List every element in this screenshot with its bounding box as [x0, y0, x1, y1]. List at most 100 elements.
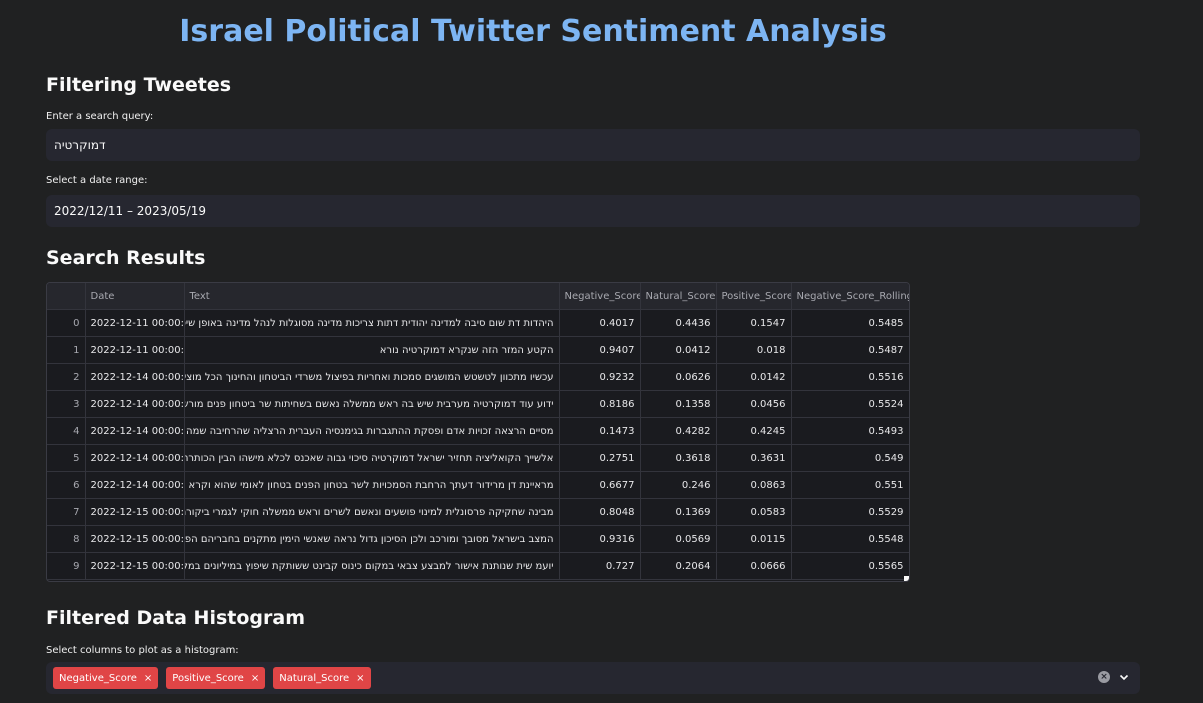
- cell-text: יועמ שית שנותנת אישור למבצע צבאי במקום כ…: [184, 552, 560, 580]
- column-header-natural-score[interactable]: Natural_Score: [640, 283, 717, 310]
- row-index: 2: [47, 363, 86, 391]
- table-row[interactable]: 42022-12-14 00:00:00מסיים הרצאה זכויות א…: [47, 417, 909, 445]
- cell-text: מבינה שחקיקה פרסונלית למינוי פושעים ונאש…: [184, 498, 560, 526]
- app-title: Israel Political Twitter Sentiment Analy…: [179, 14, 887, 49]
- table-row[interactable]: 82022-12-15 00:00:00המצב בישראל מסובך ומ…: [47, 525, 909, 553]
- cell-negative-score: 0.727: [559, 552, 641, 580]
- remove-tag-icon[interactable]: ×: [251, 673, 259, 684]
- cell-natural-score: 0.3618: [640, 444, 717, 472]
- row-index: 6: [47, 471, 86, 499]
- column-header-index[interactable]: [47, 283, 86, 310]
- table-row[interactable]: 52022-12-14 00:00:00אלשייך הקואליציה תחז…: [47, 444, 909, 472]
- histogram-select-label: Select columns to plot as a histogram:: [46, 645, 239, 656]
- table-row[interactable]: 02022-12-11 00:00:00היהדות דת שום סיבה ל…: [47, 309, 909, 337]
- tag-natural-score[interactable]: Natural_Score ×: [273, 667, 371, 689]
- cell-negative-score: 0.8048: [559, 498, 641, 526]
- cell-natural-score: 0.4282: [640, 417, 717, 445]
- cell-date: 2022-12-14 00:00:00: [85, 390, 185, 418]
- cell-natural-score: 0.0412: [640, 336, 717, 364]
- cell-text: הקטע המזר הזה שנקרא דמוקרטיה נורא: [184, 336, 560, 364]
- table-row[interactable]: 32022-12-14 00:00:00ידוע עוד דמוקרטיה מע…: [47, 390, 909, 418]
- cell-text: אלשייך הקואליציה תחזיר ישראל דמוקרטיה סי…: [184, 444, 560, 472]
- table-header-row: Date Text Negative_Score Natural_Score P…: [47, 283, 909, 310]
- tag-label: Natural_Score: [279, 672, 350, 684]
- table-row[interactable]: 12022-12-11 00:00:00הקטע המזר הזה שנקרא …: [47, 336, 909, 364]
- cell-positive-score: 0.4245: [716, 417, 792, 445]
- cell-natural-score: 0.1358: [640, 390, 717, 418]
- tag-negative-score[interactable]: Negative_Score ×: [53, 667, 159, 689]
- table-row[interactable]: 62022-12-14 00:00:00מראיינת דן מרידור דע…: [47, 471, 909, 499]
- cell-natural-score: 0.0569: [640, 525, 717, 553]
- row-index: 1: [47, 336, 86, 364]
- cell-date: 2022-12-14 00:00:00: [85, 471, 185, 499]
- search-input-value: דמוקרטיה: [54, 138, 106, 152]
- cell-date: 2022-12-11 00:00:00: [85, 336, 185, 364]
- row-index: 0: [47, 309, 86, 337]
- date-range-input[interactable]: 2022/12/11 – 2023/05/19: [46, 195, 1140, 227]
- cell-negative-score-rolling: 0.5524: [791, 390, 909, 418]
- cell-negative-score-rolling: 0.5485: [791, 309, 909, 337]
- histogram-column-multiselect[interactable]: Negative_Score × Positive_Score × Natura…: [46, 662, 1140, 694]
- results-heading: Search Results: [46, 247, 206, 269]
- cell-positive-score: 0.3631: [716, 444, 792, 472]
- cell-date: 2022-12-15 00:00:00: [85, 498, 185, 526]
- column-header-positive-score[interactable]: Positive_Score: [716, 283, 792, 310]
- filter-heading: Filtering Tweetes: [46, 74, 232, 96]
- cell-positive-score: 0.0142: [716, 363, 792, 391]
- cell-text: מראיינת דן מרידור דעתך הרחבת הסמכויות לש…: [184, 471, 560, 499]
- cell-natural-score: 0.1369: [640, 498, 717, 526]
- cell-positive-score: 0.0456: [716, 390, 792, 418]
- tag-label: Positive_Score: [172, 672, 244, 684]
- table-row[interactable]: 22022-12-14 00:00:00עכשיו מתכוון לטשטש ה…: [47, 363, 909, 391]
- row-index: 7: [47, 498, 86, 526]
- search-input[interactable]: דמוקרטיה: [46, 129, 1140, 161]
- cell-positive-score: 0.0863: [716, 471, 792, 499]
- column-header-negative-score-rolling[interactable]: Negative_Score_Rolling: [791, 283, 909, 310]
- table-row[interactable]: 92022-12-15 00:00:00יועמ שית שנותנת אישו…: [47, 552, 909, 580]
- cell-natural-score: 0.2064: [640, 552, 717, 580]
- tag-positive-score[interactable]: Positive_Score ×: [166, 667, 266, 689]
- cell-date: 2022-12-14 00:00:00: [85, 444, 185, 472]
- cell-text: היהדות דת שום סיבה למדינה יהודית דתות צר…: [184, 309, 560, 337]
- row-index: 4: [47, 417, 86, 445]
- cell-negative-score: 0.8186: [559, 390, 641, 418]
- cell-natural-score: 0.4436: [640, 309, 717, 337]
- cell-date: 2022-12-15 00:00:00: [85, 552, 185, 580]
- cell-text: מסיים הרצאה זכויות אדם ופסקת ההתגברות בג…: [184, 417, 560, 445]
- cell-negative-score: 0.4017: [559, 309, 641, 337]
- clear-all-icon[interactable]: ×: [1098, 671, 1110, 683]
- cell-negative-score-rolling: 0.5565: [791, 552, 909, 580]
- query-label: Enter a search query:: [46, 111, 154, 122]
- cell-negative-score: 0.2751: [559, 444, 641, 472]
- results-table[interactable]: Date Text Negative_Score Natural_Score P…: [46, 282, 910, 582]
- row-index: 9: [47, 552, 86, 580]
- chevron-down-icon[interactable]: [1118, 671, 1130, 683]
- cell-positive-score: 0.1547: [716, 309, 792, 337]
- cell-negative-score-rolling: 0.5529: [791, 498, 909, 526]
- cell-positive-score: 0.0666: [716, 552, 792, 580]
- cell-negative-score: 0.6677: [559, 471, 641, 499]
- column-header-date[interactable]: Date: [85, 283, 185, 310]
- cell-negative-score: 0.9316: [559, 525, 641, 553]
- row-index: 3: [47, 390, 86, 418]
- cell-positive-score: 0.0583: [716, 498, 792, 526]
- cell-negative-score-rolling: 0.551: [791, 471, 909, 499]
- cell-date: 2022-12-11 00:00:00: [85, 309, 185, 337]
- cell-positive-score: 0.018: [716, 336, 792, 364]
- tag-label: Negative_Score: [59, 672, 137, 684]
- cell-date: 2022-12-15 00:00:00: [85, 525, 185, 553]
- remove-tag-icon[interactable]: ×: [356, 673, 364, 684]
- column-header-text[interactable]: Text: [184, 283, 560, 310]
- cell-negative-score-rolling: 0.5516: [791, 363, 909, 391]
- cell-text: ידוע עוד דמוקרטיה מערבית שיש בה ראש ממשל…: [184, 390, 560, 418]
- table-row[interactable]: 72022-12-15 00:00:00מבינה שחקיקה פרסונלי…: [47, 498, 909, 526]
- cell-negative-score-rolling: 0.5548: [791, 525, 909, 553]
- row-index: 8: [47, 525, 86, 553]
- cell-date: 2022-12-14 00:00:00: [85, 363, 185, 391]
- column-header-negative-score[interactable]: Negative_Score: [559, 283, 641, 310]
- table-resize-handle[interactable]: [904, 576, 909, 581]
- cell-date: 2022-12-14 00:00:00: [85, 417, 185, 445]
- remove-tag-icon[interactable]: ×: [144, 673, 152, 684]
- cell-negative-score: 0.1473: [559, 417, 641, 445]
- cell-negative-score: 0.9407: [559, 336, 641, 364]
